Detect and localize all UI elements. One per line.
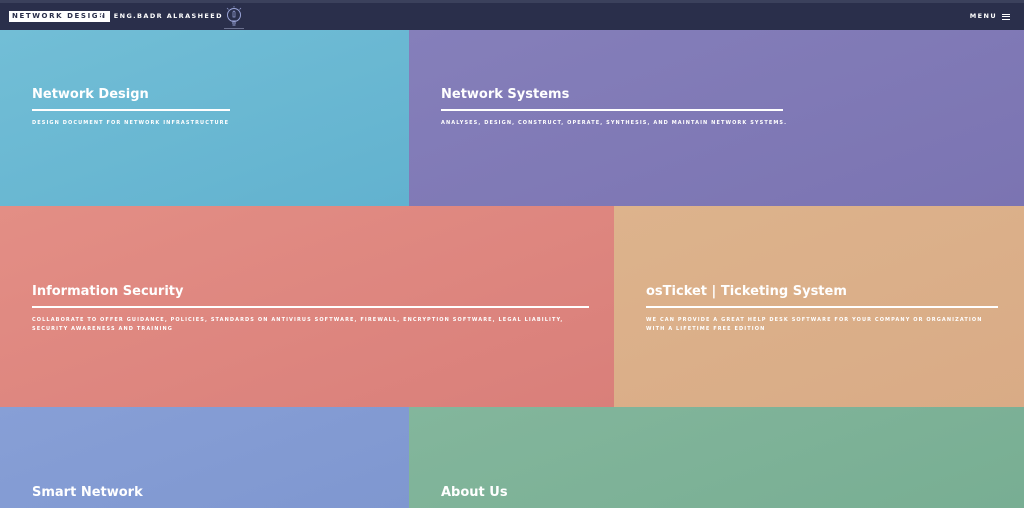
tile-network-systems[interactable]: Network Systems ANALYSES, DESIGN, CONSTR… <box>409 30 1024 206</box>
author-byline: BY ENG.BADR ALRASHEED <box>98 12 223 20</box>
menu-button[interactable]: MENU <box>970 11 1010 22</box>
hamburger-icon <box>1002 13 1010 20</box>
tile-divider <box>646 306 998 308</box>
tile-divider <box>441 109 783 111</box>
tile-divider <box>32 109 230 111</box>
tile-divider <box>32 306 589 308</box>
tile-about-us[interactable]: About Us <box>409 407 1024 508</box>
tile-title: About Us <box>441 485 508 500</box>
tile-title: Network Design <box>32 87 149 102</box>
tile-title: Information Security <box>32 284 184 299</box>
tile-description: COLLABORATE TO OFFER GUIDANCE, POLICIES,… <box>32 317 564 332</box>
tile-title: Network Systems <box>441 87 570 102</box>
top-navbar: NETWORK DESIGN BY ENG.BADR ALRASHEED MEN… <box>0 0 1024 30</box>
menu-label: MENU <box>969 12 997 20</box>
lightbulb-icon[interactable] <box>225 6 243 28</box>
tile-osticket[interactable]: osTicket | Ticketing System WE CAN PROVI… <box>614 206 1024 407</box>
tile-information-security[interactable]: Information Security COLLABORATE TO OFFE… <box>0 206 614 407</box>
tile-title: Smart Network <box>32 485 143 500</box>
tile-title: osTicket | Ticketing System <box>646 284 847 299</box>
active-indicator <box>224 28 244 29</box>
tile-network-design[interactable]: Network Design DESIGN DOCUMENT FOR NETWO… <box>0 30 409 206</box>
tile-description: DESIGN DOCUMENT FOR NETWORK INFRASTRUCTU… <box>32 120 230 126</box>
tile-smart-network[interactable]: Smart Network <box>0 407 409 508</box>
site-logo[interactable]: NETWORK DESIGN <box>9 11 110 22</box>
tile-description: WE CAN PROVIDE A GREAT HELP DESK SOFTWAR… <box>646 317 983 332</box>
tile-description: ANALYSES, DESIGN, CONSTRUCT, OPERATE, SY… <box>441 120 788 126</box>
